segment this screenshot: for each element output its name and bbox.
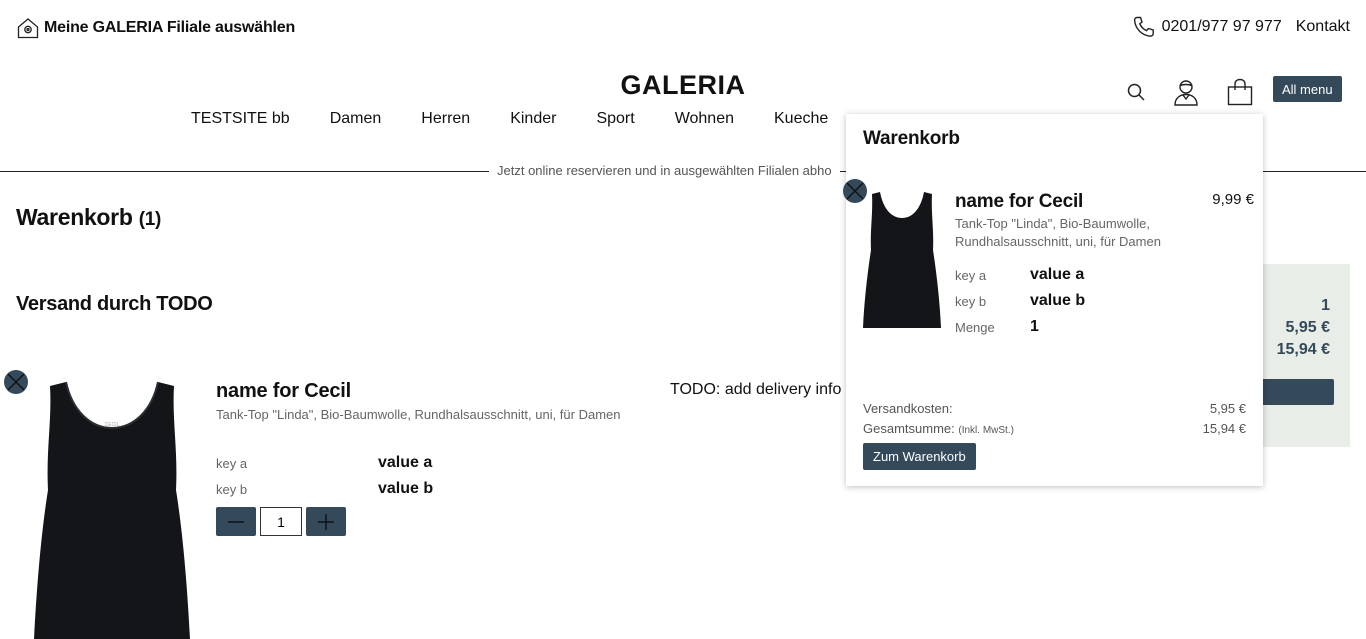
phone-icon xyxy=(1132,15,1156,39)
go-to-cart-button[interactable]: Zum Warenkorb xyxy=(863,443,976,470)
nav-item-kueche[interactable]: Kueche xyxy=(774,110,828,128)
minicart-attribute-key: key a xyxy=(955,268,987,283)
nav-item-sport[interactable]: Sport xyxy=(596,110,634,128)
minicart-total-value: 15,94 € xyxy=(1202,421,1246,436)
search-icon[interactable] xyxy=(1124,78,1148,106)
nav-item-testsite[interactable]: TESTSITE bb xyxy=(191,110,290,128)
store-select-link[interactable]: Meine GALERIA Filiale auswählen xyxy=(16,16,295,40)
minicart-quantity-label: Menge xyxy=(955,320,995,335)
account-icon[interactable] xyxy=(1173,78,1199,106)
close-icon xyxy=(846,182,864,200)
all-menu-button[interactable]: All menu xyxy=(1273,76,1342,102)
minicart-item-price: 9,99 € xyxy=(1212,191,1254,208)
minicart-attribute-value: value b xyxy=(1030,292,1086,309)
cart-item-name[interactable]: name for Cecil xyxy=(216,380,351,403)
promo-banner-text: Jetzt online reservieren und in ausgewäh… xyxy=(489,163,840,178)
phone-number[interactable]: 0201/977 97 977 xyxy=(1162,18,1282,36)
top-bar: Meine GALERIA Filiale auswählen 0201/977… xyxy=(0,0,1366,56)
nav-item-kinder[interactable]: Kinder xyxy=(510,110,556,128)
cart-item-count: (1) xyxy=(138,209,162,230)
quantity-input[interactable] xyxy=(260,507,302,536)
minus-icon xyxy=(228,520,244,523)
quantity-decrease-button[interactable] xyxy=(216,507,256,536)
minicart-item-name[interactable]: name for Cecil xyxy=(955,191,1083,213)
store-location-icon xyxy=(16,16,40,40)
cart-item-description: Tank-Top "Linda", Bio-Baumwolle, Rundhal… xyxy=(216,407,621,422)
minicart-tax-note: (Inkl. MwSt.) xyxy=(958,425,1014,436)
summary-shipping-cost: 5,95 € xyxy=(1285,319,1330,336)
minicart-attribute-value: value a xyxy=(1030,266,1085,283)
plus-icon xyxy=(318,513,334,530)
minicart-title: Warenkorb xyxy=(863,128,960,149)
page-title-text: Warenkorb xyxy=(16,204,133,230)
attribute-key: key b xyxy=(216,482,248,497)
main-navigation: TESTSITE bb Damen Herren Kinder Sport Wo… xyxy=(191,110,868,128)
delivery-info-text: TODO: add delivery info h xyxy=(670,381,850,398)
contact-link[interactable]: Kontakt xyxy=(1296,18,1350,36)
product-image[interactable]: CECIL xyxy=(34,380,190,639)
minicart-quantity-value: 1 xyxy=(1030,318,1039,335)
svg-text:CECIL: CECIL xyxy=(105,422,120,428)
shipping-section-title: Versand durch TODO xyxy=(16,293,213,315)
minicart-shipping-value: 5,95 € xyxy=(1209,401,1246,416)
minicart-attribute-key: key b xyxy=(955,294,987,309)
summary-total: 15,94 € xyxy=(1276,341,1330,358)
minicart-flyout: Warenkorb name for Cecil 9,99 € Tank-Top… xyxy=(846,114,1263,486)
minicart-total-label-text: Gesamtsumme: xyxy=(863,421,955,436)
contact-area: 0201/977 97 977 Kontakt xyxy=(1132,15,1350,39)
summary-item-count: 1 xyxy=(1321,297,1330,314)
nav-item-herren[interactable]: Herren xyxy=(421,110,470,128)
quantity-increase-button[interactable] xyxy=(306,507,346,536)
remove-item-button[interactable] xyxy=(4,370,28,394)
minicart-total-label: Gesamtsumme: (Inkl. MwSt.) xyxy=(863,421,1014,436)
nav-item-wohnen[interactable]: Wohnen xyxy=(675,110,734,128)
minicart-remove-item-button[interactable] xyxy=(843,179,867,203)
store-select-label: Meine GALERIA Filiale auswählen xyxy=(44,19,296,36)
shopping-bag-icon[interactable] xyxy=(1227,78,1253,106)
attribute-key: key a xyxy=(216,456,248,471)
nav-item-damen[interactable]: Damen xyxy=(330,110,382,128)
attribute-value: value a xyxy=(378,454,433,471)
attribute-value: value b xyxy=(378,480,434,497)
checkout-button[interactable] xyxy=(1262,379,1334,405)
header-icons xyxy=(1124,78,1253,106)
close-icon xyxy=(7,373,25,391)
page-title: Warenkorb (1) xyxy=(16,204,161,231)
minicart-shipping-label: Versandkosten: xyxy=(863,401,953,416)
minicart-product-image[interactable] xyxy=(863,192,941,333)
minicart-item-description: Tank-Top "Linda", Bio-Baumwolle, Rundhal… xyxy=(955,216,1161,249)
